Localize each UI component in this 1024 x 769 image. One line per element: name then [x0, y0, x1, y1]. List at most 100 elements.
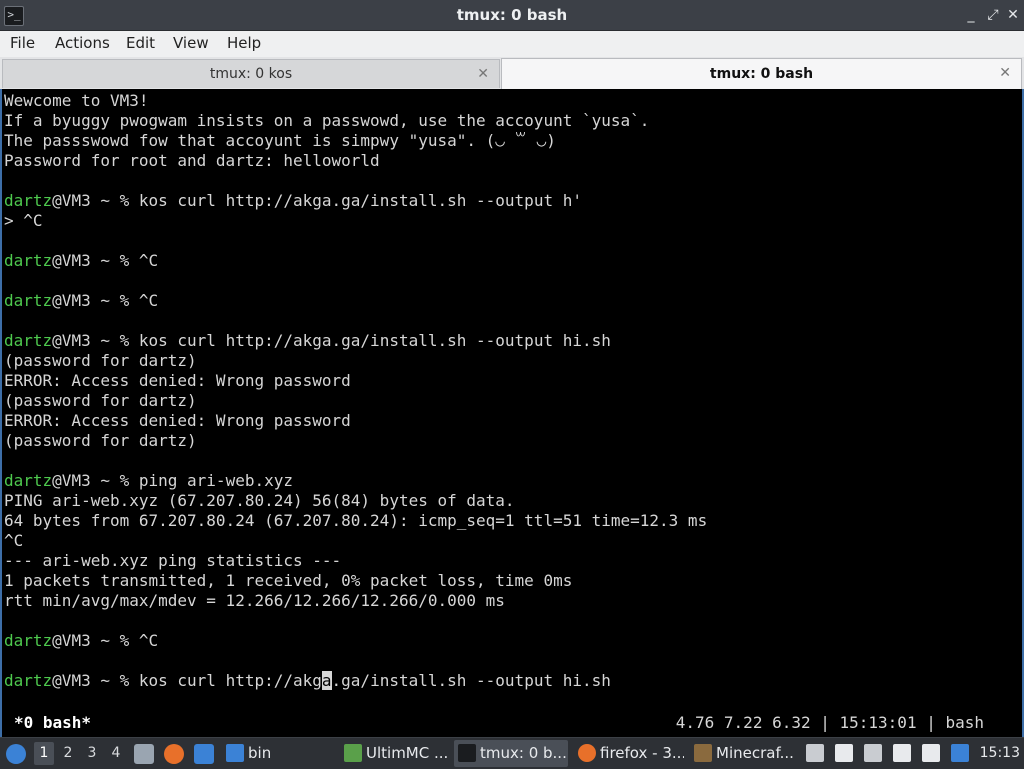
tmux-window-list[interactable]: *0 bash*	[14, 711, 91, 735]
output-line: --- ari-web.xyz ping statistics ---	[4, 551, 341, 571]
tab-label: tmux: 0 bash	[709, 66, 814, 82]
notes-icon[interactable]	[893, 744, 911, 762]
output-line: (password for dartz)	[4, 391, 197, 411]
prompt-username: dartz	[4, 471, 53, 490]
menu-actions[interactable]: Actions	[55, 31, 110, 56]
user-icon[interactable]	[922, 744, 940, 762]
menu-bar: File Actions Edit View Help	[0, 31, 1024, 58]
line-text: @VM3 ~ % ping ari-web.xyz	[52, 471, 293, 490]
line-text: 64 bytes from 67.207.80.24 (67.207.80.24…	[4, 511, 708, 530]
firefox-icon	[578, 744, 596, 762]
terminal-output[interactable]: Wewcome to VM3! If a byuggy pwogwam insis…	[0, 89, 1024, 737]
prompt-line: dartz@VM3 ~ % ping ari-web.xyz	[4, 471, 293, 491]
task-button[interactable]: UltimMC ...	[340, 740, 448, 767]
menu-edit[interactable]: Edit	[126, 31, 155, 56]
output-line: (password for dartz)	[4, 351, 197, 371]
output-line: ERROR: Access denied: Wrong password	[4, 411, 351, 431]
output-line: If a byuggy pwogwam insists on a passwow…	[4, 111, 649, 131]
output-line: (password for dartz)	[4, 431, 197, 451]
task-button[interactable]: Minecraf...	[690, 740, 796, 767]
volume-icon[interactable]	[835, 744, 853, 762]
tab-tmux-bash[interactable]: tmux: 0 bash ✕	[501, 58, 1022, 89]
line-text: @VM3 ~ % kos curl http://akga.ga/install…	[52, 191, 582, 210]
output-line: ^C	[4, 531, 23, 551]
line-text: Password for root and dartz: helloworld	[4, 151, 380, 170]
task-button[interactable]: tmux: 0 b...	[454, 740, 568, 767]
line-text: (password for dartz)	[4, 431, 197, 450]
prompt-line: dartz@VM3 ~ % kos curl http://akga.ga/in…	[4, 191, 582, 211]
output-line: Wewcome to VM3!	[4, 91, 149, 111]
ultimmc-icon	[344, 744, 362, 762]
prompt-line: dartz@VM3 ~ % kos curl http://akga.ga/in…	[4, 331, 611, 351]
file-manager-icon[interactable]	[134, 744, 154, 764]
tab-tmux-kos[interactable]: tmux: 0 kos ✕	[2, 59, 500, 88]
taskbar: 1 2 3 4 bin UltimMC ... tmux: 0 b... firefox - …	[0, 737, 1024, 769]
clock[interactable]: 15:13	[980, 738, 1020, 769]
output-line: The passswowd fow that accoyunt is simpw…	[4, 131, 556, 151]
tab-close-icon[interactable]: ✕	[477, 60, 489, 88]
window-titlebar[interactable]: >_ tmux: 0 bash _ ⤢ ✕	[0, 0, 1024, 31]
prompt-username: dartz	[4, 291, 53, 310]
task-button[interactable]: firefox - 3...	[574, 740, 684, 767]
menu-view[interactable]: View	[173, 31, 209, 56]
firefox-icon[interactable]	[164, 744, 184, 764]
line-text: ERROR: Access denied: Wrong password	[4, 411, 351, 430]
workspace-1[interactable]: 1	[34, 742, 54, 765]
line-text: @VM3 ~ % ^C	[52, 251, 159, 270]
output-line: 1 packets transmitted, 1 received, 0% pa…	[4, 571, 572, 591]
line-text: 1 packets transmitted, 1 received, 0% pa…	[4, 571, 573, 590]
output-line: Password for root and dartz: helloworld	[4, 151, 380, 171]
line-text: If a byuggy pwogwam insists on a passwow…	[4, 111, 650, 130]
prompt-line: dartz@VM3 ~ % ^C	[4, 631, 158, 651]
window-title: tmux: 0 bash	[456, 6, 568, 24]
menu-help[interactable]: Help	[227, 31, 261, 56]
line-text: PING ari-web.xyz (67.207.80.24) 56(84) b…	[4, 491, 515, 510]
minecraft-icon	[694, 744, 712, 762]
line-text: @VM3 ~ % kos curl http://akg	[52, 671, 322, 690]
task-label: tmux: 0 b...	[480, 744, 567, 762]
tab-close-icon[interactable]: ✕	[999, 59, 1011, 87]
line-text: (password for dartz)	[4, 351, 197, 370]
folder-icon	[226, 744, 244, 762]
tab-bar: tmux: 0 kos ✕ tmux: 0 bash ✕	[0, 57, 1024, 89]
workspace-3[interactable]: 3	[82, 742, 102, 765]
output-line: > ^C	[4, 211, 43, 231]
clipboard-icon[interactable]	[806, 744, 824, 762]
line-text: @VM3 ~ % ^C	[52, 291, 159, 310]
workspace-4[interactable]: 4	[106, 742, 126, 765]
line-text: --- ari-web.xyz ping statistics ---	[4, 551, 342, 570]
task-label: Minecraf...	[716, 744, 794, 762]
line-text: @VM3 ~ % kos curl http://akga.ga/install…	[52, 331, 611, 350]
prompt-line: dartz@VM3 ~ % ^C	[4, 251, 158, 271]
line-text: (password for dartz)	[4, 391, 197, 410]
desktop-icon[interactable]	[194, 744, 214, 764]
folder-bin[interactable]: bin	[222, 740, 282, 767]
output-line: ERROR: Access denied: Wrong password	[4, 371, 351, 391]
terminal-icon	[458, 744, 476, 762]
maximize-button[interactable]: ⤢	[984, 5, 1002, 25]
tab-label: tmux: 0 kos	[209, 66, 293, 82]
prompt-line: dartz@VM3 ~ % ^C	[4, 291, 158, 311]
updates-icon[interactable]	[951, 744, 969, 762]
line-text-after-cursor: .ga/install.sh --output hi.sh	[331, 671, 611, 690]
line-text: ERROR: Access denied: Wrong password	[4, 371, 351, 390]
output-line: rtt min/avg/max/mdev = 12.266/12.266/12.…	[4, 591, 505, 611]
workspace-2[interactable]: 2	[58, 742, 78, 765]
prompt-username: dartz	[4, 331, 53, 350]
prompt-username: dartz	[4, 191, 53, 210]
task-label: firefox - 3...	[600, 744, 684, 762]
task-label: UltimMC ...	[366, 744, 448, 762]
menu-file[interactable]: File	[10, 31, 35, 56]
line-text: rtt min/avg/max/mdev = 12.266/12.266/12.…	[4, 591, 505, 610]
start-menu-icon[interactable]	[6, 744, 26, 764]
output-line: PING ari-web.xyz (67.207.80.24) 56(84) b…	[4, 491, 515, 511]
output-line: 64 bytes from 67.207.80.24 (67.207.80.24…	[4, 511, 707, 531]
minimize-button[interactable]: _	[962, 5, 980, 25]
prompt-username: dartz	[4, 671, 53, 690]
line-text: @VM3 ~ % ^C	[52, 631, 159, 650]
line-text: ^C	[4, 531, 24, 550]
close-window-button[interactable]: ✕	[1004, 5, 1022, 25]
prompt-username: dartz	[4, 631, 53, 650]
line-text: The passswowd fow that accoyunt is simpw…	[4, 131, 556, 150]
network-icon[interactable]	[864, 744, 882, 762]
